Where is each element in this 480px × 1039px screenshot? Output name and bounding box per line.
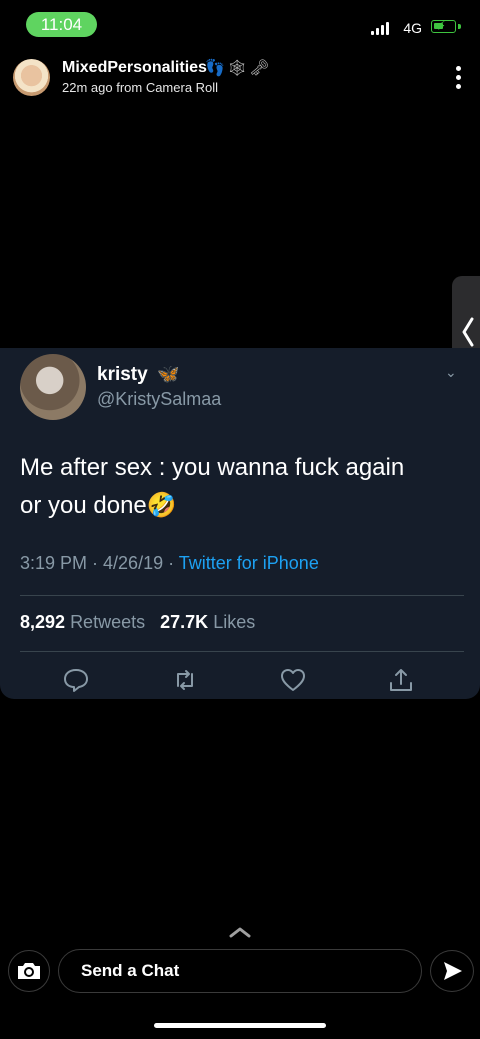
reply-icon[interactable] xyxy=(62,666,90,694)
tweet-stats: 8,292 Retweets 27.7K Likes xyxy=(20,612,255,633)
retweets-count[interactable]: 8,292 xyxy=(20,612,65,632)
send-button[interactable] xyxy=(430,950,474,992)
tweet-text-line1: Me after sex : you wanna fuck again xyxy=(20,454,405,481)
avatar[interactable] xyxy=(13,59,50,96)
butterfly-emoji: 🦋 xyxy=(157,364,180,384)
camera-icon xyxy=(18,963,40,979)
retweet-icon[interactable] xyxy=(171,666,199,694)
tweet-avatar[interactable] xyxy=(20,354,86,420)
chat-placeholder: Send a Chat xyxy=(81,961,180,980)
share-icon[interactable] xyxy=(387,666,415,694)
signal-icon xyxy=(371,21,389,35)
more-options-icon[interactable] xyxy=(456,66,461,89)
divider xyxy=(20,651,464,652)
home-indicator[interactable] xyxy=(154,1023,326,1028)
status-time: 11:04 xyxy=(26,12,97,37)
network-label: 4G xyxy=(403,20,422,36)
battery-tip xyxy=(458,24,461,29)
story-username[interactable]: MixedPersonalities xyxy=(62,59,207,77)
camera-button[interactable] xyxy=(8,950,50,992)
tweet-time: 3:19 PM · 4/26/19 · xyxy=(20,553,179,573)
tweet-text-line2: or you done🤣 xyxy=(20,492,177,519)
tweet-meta: 3:19 PM · 4/26/19 · Twitter for iPhone xyxy=(20,553,319,574)
send-icon xyxy=(444,962,462,980)
like-icon[interactable] xyxy=(279,666,307,694)
tweet-author-name[interactable]: kristy xyxy=(97,364,148,386)
chevron-down-icon[interactable]: ⌄ xyxy=(445,364,457,381)
chevron-left-icon xyxy=(462,317,474,347)
swipe-up-icon[interactable] xyxy=(229,926,251,938)
likes-count[interactable]: 27.7K xyxy=(160,612,208,632)
likes-label[interactable]: Likes xyxy=(213,612,255,632)
retweets-label[interactable]: Retweets xyxy=(70,612,145,632)
tweet-text: Me after sex : you wanna fuck again or y… xyxy=(20,449,460,525)
username-emojis: 👣🕸🗝 xyxy=(205,60,272,77)
tweet-handle[interactable]: @KristySalmaa xyxy=(97,389,221,410)
battery-charging-icon: ⚡ xyxy=(431,18,456,33)
divider xyxy=(20,595,464,596)
story-subline: 22m ago from Camera Roll xyxy=(62,80,219,95)
tweet-source-link[interactable]: Twitter for iPhone xyxy=(179,553,319,573)
